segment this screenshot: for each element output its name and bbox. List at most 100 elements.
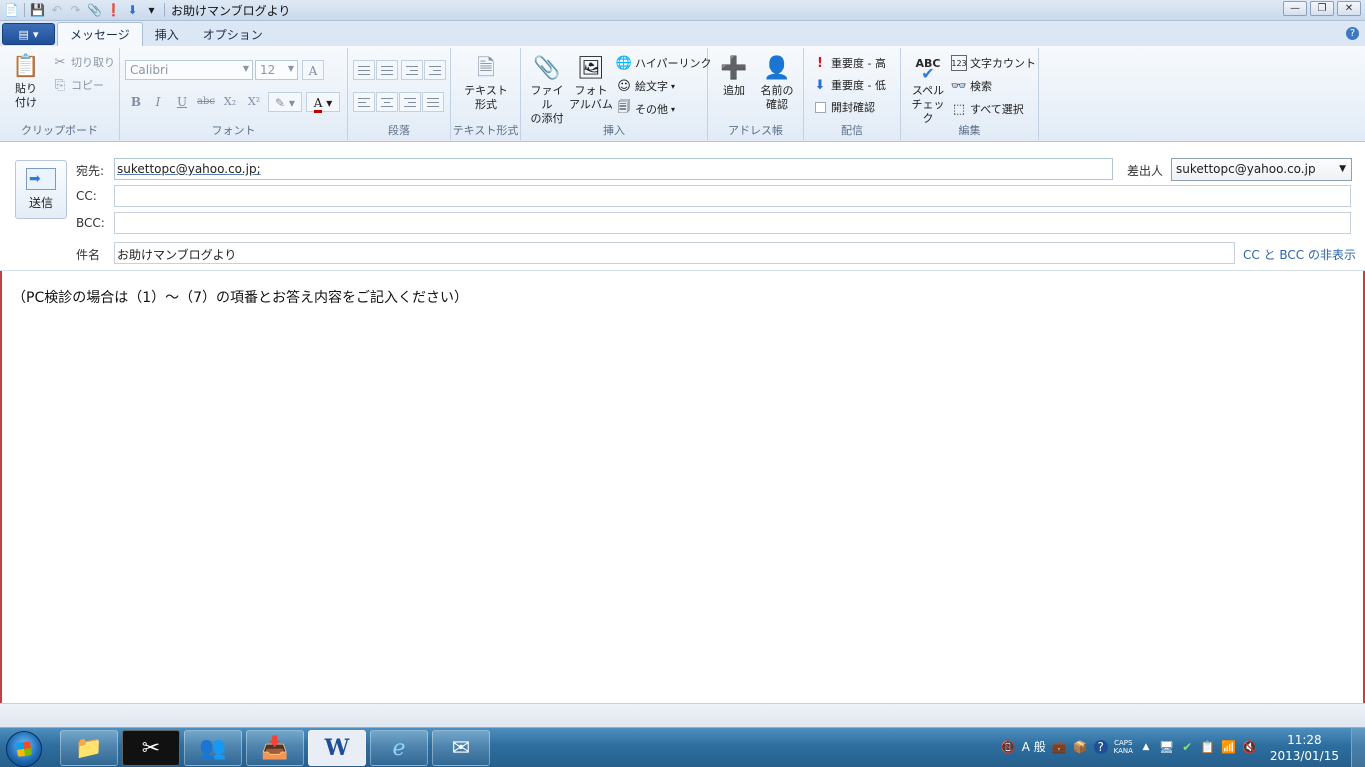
strikethrough-button[interactable]: abc bbox=[195, 92, 217, 112]
from-select[interactable]: sukettopc@yahoo.co.jp ▼ bbox=[1171, 158, 1352, 181]
explorer-icon[interactable]: 📁 bbox=[60, 730, 118, 766]
tab-insert[interactable]: 挿入 bbox=[143, 22, 191, 46]
minimize-button[interactable]: — bbox=[1283, 1, 1307, 16]
delivery-group: ! 重要度 - 高 ⬇ 重要度 - 低 開封確認 配信 bbox=[804, 48, 901, 140]
snipping-tool-icon[interactable]: ✂ bbox=[122, 730, 180, 766]
clipboard-tray-icon[interactable]: 📋 bbox=[1200, 740, 1215, 754]
mail-icon[interactable]: ✉ bbox=[432, 730, 490, 766]
action-center-icon[interactable]: ✔ bbox=[1180, 740, 1194, 754]
chevron-down-icon: ▼ bbox=[1339, 164, 1346, 174]
find-button[interactable]: 👓 検索 bbox=[951, 78, 992, 94]
subscript-button[interactable]: X₂ bbox=[219, 92, 241, 112]
text-format-button[interactable]: 🗎 テキスト 形式 bbox=[461, 54, 511, 112]
font-family-select[interactable]: Calibri ▼ bbox=[125, 60, 253, 80]
add-contact-button[interactable]: ➕ 追加 bbox=[716, 54, 752, 98]
low-priority-icon[interactable]: ⬇ bbox=[124, 2, 141, 18]
separator bbox=[164, 3, 165, 17]
tab-options[interactable]: オプション bbox=[191, 22, 275, 46]
ime-mode-icon[interactable]: A 般 bbox=[1022, 738, 1046, 755]
network-icon[interactable]: 📶 bbox=[1221, 740, 1236, 754]
photo-icon: 🖼 bbox=[577, 56, 605, 81]
chevron-down-icon: ▼ bbox=[287, 64, 294, 73]
font-color-button[interactable]: A ▾ bbox=[306, 92, 340, 113]
highlight-color-button[interactable]: ✎ ▾ bbox=[268, 92, 302, 112]
to-field[interactable]: sukettopc@yahoo.co.jp; bbox=[114, 158, 1113, 180]
app-menu-button[interactable]: ▤ ▾ bbox=[2, 23, 55, 45]
chevron-down-icon: ▾ bbox=[671, 81, 676, 91]
align-center-button[interactable] bbox=[376, 92, 398, 112]
italic-button[interactable]: I bbox=[147, 92, 169, 112]
attach-icon[interactable]: 📎 bbox=[86, 2, 103, 18]
select-all-button[interactable]: ⬚ すべて選択 bbox=[951, 101, 1024, 117]
check-names-button[interactable]: 👤 名前の 確認 bbox=[756, 54, 798, 112]
spell-check-button[interactable]: ABC ✔ スペル チェック bbox=[907, 54, 949, 126]
binoculars-icon: 👓 bbox=[950, 78, 968, 94]
help-icon[interactable]: ? bbox=[1346, 27, 1359, 40]
underline-button[interactable]: U bbox=[171, 92, 193, 112]
person-check-icon: 👤 bbox=[763, 56, 791, 81]
bcc-field[interactable] bbox=[114, 212, 1351, 234]
redo-icon[interactable]: ↷ bbox=[67, 2, 84, 18]
caps-label: CAPS bbox=[1114, 738, 1133, 747]
title-bar: 📄 💾 ↶ ↷ 📎 ❗ ⬇ ▾ お助けマンブログより — ❐ ✕ bbox=[0, 0, 1365, 21]
app-icon[interactable]: 📄 bbox=[3, 2, 20, 18]
inbox-icon[interactable]: 📥 bbox=[246, 730, 304, 766]
clock[interactable]: 11:28 2013/01/15 bbox=[1270, 732, 1339, 764]
message-body[interactable]: （PC検診の場合は（1）～（7）の項番とお答え内容をご記入ください） bbox=[0, 271, 1365, 703]
superscript-button[interactable]: X² bbox=[243, 92, 265, 112]
volume-muted-icon[interactable]: 🔇 bbox=[1242, 740, 1257, 754]
show-hidden-icons[interactable]: ▲ bbox=[1139, 742, 1153, 752]
bullet-list-button[interactable] bbox=[376, 60, 398, 80]
hyperlink-button[interactable]: 🌐 ハイパーリンク bbox=[616, 55, 712, 71]
display-icon[interactable]: 🖥 bbox=[1159, 740, 1174, 754]
close-button[interactable]: ✕ bbox=[1337, 1, 1361, 16]
clock-time: 11:28 bbox=[1287, 733, 1322, 747]
group-label: 挿入 bbox=[603, 124, 625, 137]
internet-explorer-icon[interactable]: e bbox=[370, 730, 428, 766]
body-text: （PC検診の場合は（1）～（7）の項番とお答え内容をご記入ください） bbox=[12, 290, 469, 306]
low-priority-button[interactable]: ⬇ 重要度 - 低 bbox=[812, 77, 886, 93]
numbered-list-button[interactable] bbox=[353, 60, 375, 80]
word-icon[interactable]: W bbox=[308, 730, 366, 766]
paste-button[interactable]: 📋 貼り 付け bbox=[8, 52, 44, 110]
clear-format-button[interactable]: A bbox=[302, 60, 324, 80]
save-icon[interactable]: 💾 bbox=[29, 2, 46, 18]
read-receipt-checkbox[interactable]: 開封確認 bbox=[812, 99, 875, 115]
bold-button[interactable]: B bbox=[125, 92, 147, 112]
align-left-button[interactable] bbox=[353, 92, 375, 112]
increase-indent-button[interactable] bbox=[424, 60, 446, 80]
word-count-button[interactable]: 123 文字カウント bbox=[951, 55, 1036, 71]
maximize-button[interactable]: ❐ bbox=[1310, 1, 1334, 16]
exclamation-icon: ! bbox=[817, 55, 823, 71]
other-insert-button[interactable]: 🗐 その他 ▾ bbox=[616, 100, 676, 117]
align-right-button[interactable] bbox=[399, 92, 421, 112]
high-priority-icon[interactable]: ❗ bbox=[105, 2, 122, 18]
high-priority-label: 重要度 - 高 bbox=[831, 57, 886, 70]
show-desktop-button[interactable] bbox=[1351, 728, 1365, 767]
tab-message[interactable]: メッセージ bbox=[57, 22, 143, 46]
justify-button[interactable] bbox=[422, 92, 444, 112]
to-address[interactable]: sukettopc@yahoo.co.jp; bbox=[117, 162, 261, 176]
hide-cc-bcc-link[interactable]: CC と BCC の非表示 bbox=[1243, 246, 1356, 263]
toolbox-icon[interactable]: 💼 bbox=[1052, 740, 1067, 754]
decrease-indent-button[interactable] bbox=[401, 60, 423, 80]
cc-field[interactable] bbox=[114, 185, 1351, 207]
attach-file-button[interactable]: 📎 ファイル の添付 bbox=[527, 54, 567, 126]
customize-dropdown-icon[interactable]: ▾ bbox=[143, 2, 160, 18]
package-icon[interactable]: 📦 bbox=[1073, 740, 1088, 754]
start-button[interactable] bbox=[6, 731, 42, 767]
high-priority-button[interactable]: ! 重要度 - 高 bbox=[812, 55, 886, 71]
tray-security-icon[interactable]: 📵 bbox=[1001, 740, 1016, 754]
contacts-icon[interactable]: 👥 bbox=[184, 730, 242, 766]
document-icon: 🗎 bbox=[477, 56, 495, 81]
emoji-button[interactable]: ☺ 絵文字 ▾ bbox=[616, 78, 675, 94]
send-button[interactable]: 送信 bbox=[15, 160, 67, 219]
cut-button[interactable]: ✂ 切り取り bbox=[52, 54, 115, 70]
status-bar bbox=[0, 703, 1365, 727]
ime-help-icon[interactable]: ? bbox=[1093, 739, 1108, 754]
copy-button[interactable]: ⎘ コピー bbox=[52, 77, 104, 93]
photo-album-button[interactable]: 🖼 フォト アルバム bbox=[569, 54, 613, 112]
font-size-select[interactable]: 12 ▼ bbox=[255, 60, 298, 80]
subject-field[interactable]: お助けマンブログより bbox=[114, 242, 1235, 264]
undo-icon[interactable]: ↶ bbox=[48, 2, 65, 18]
